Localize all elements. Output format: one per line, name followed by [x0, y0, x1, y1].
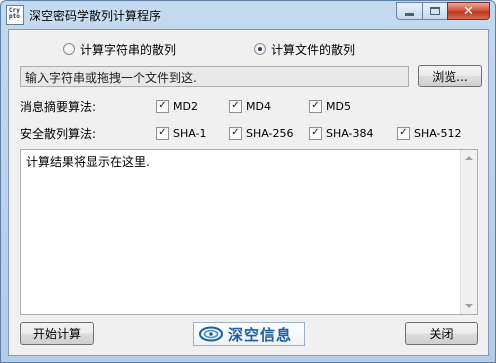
- radio-file-label: 计算文件的散列: [271, 42, 356, 57]
- maximize-button[interactable]: [422, 2, 447, 20]
- app-icon[interactable]: Cry pto: [6, 5, 24, 25]
- check-mark-icon: ✓: [231, 127, 240, 138]
- company-logo: 深空信息: [193, 322, 305, 346]
- scroll-down-icon[interactable]: [465, 304, 473, 308]
- check-mark-icon: ✓: [311, 100, 320, 111]
- checkbox-sha256[interactable]: ✓ SHA-256: [229, 126, 294, 140]
- client-area: 计算字符串的散列 计算文件的散列 输入字符串或拖拽一个文件到这. 浏览... 消…: [8, 29, 489, 356]
- maximize-icon: [430, 7, 440, 15]
- radio-string-indicator[interactable]: [63, 43, 75, 55]
- logo-text: 深空信息: [228, 325, 293, 344]
- radio-string-mode[interactable]: 计算字符串的散列: [63, 41, 176, 57]
- check-mark-icon: ✓: [158, 100, 167, 111]
- start-button[interactable]: 开始计算: [20, 322, 94, 345]
- checkbox-sha1-label: SHA-1: [173, 126, 207, 140]
- checkbox-md5-box[interactable]: ✓: [309, 99, 322, 113]
- check-mark-icon: ✓: [399, 127, 408, 138]
- checkbox-sha384[interactable]: ✓ SHA-384: [309, 126, 374, 140]
- check-mark-icon: ✓: [231, 100, 240, 111]
- window-title: 深空密码学散列计算程序: [29, 9, 162, 23]
- checkbox-md2-label: MD2: [173, 99, 198, 113]
- checkbox-sha384-box[interactable]: ✓: [309, 126, 322, 140]
- vertical-scrollbar[interactable]: [460, 150, 477, 314]
- checkbox-sha256-label: SHA-256: [246, 126, 294, 140]
- input-field[interactable]: 输入字符串或拖拽一个文件到这.: [20, 66, 409, 87]
- digest-row-label: 消息摘要算法:: [20, 100, 97, 114]
- checkbox-sha256-box[interactable]: ✓: [229, 126, 242, 140]
- check-mark-icon: ✓: [311, 127, 320, 138]
- close-window-button[interactable]: ✕: [447, 2, 490, 20]
- checkbox-sha512-label: SHA-512: [414, 126, 462, 140]
- scroll-up-icon[interactable]: [465, 156, 473, 160]
- checkbox-sha512-box[interactable]: ✓: [397, 126, 410, 140]
- app-window: Cry pto 深空密码学散列计算程序 ✕ 计算字符串的散列 计算文件的散列 输…: [0, 0, 496, 363]
- minimize-button[interactable]: [396, 2, 422, 20]
- checkbox-md2-box[interactable]: ✓: [156, 99, 169, 113]
- close-icon: ✕: [463, 3, 474, 19]
- radio-file-mode[interactable]: 计算文件的散列: [254, 41, 355, 57]
- checkbox-sha384-label: SHA-384: [326, 126, 374, 140]
- checkbox-md5[interactable]: ✓ MD5: [309, 99, 351, 113]
- checkbox-sha1-box[interactable]: ✓: [156, 126, 169, 140]
- caption-buttons: ✕: [396, 2, 490, 20]
- close-button[interactable]: 关闭: [405, 322, 478, 345]
- minimize-icon: [405, 12, 414, 16]
- radio-file-indicator[interactable]: [254, 43, 266, 55]
- browse-button[interactable]: 浏览...: [418, 65, 482, 87]
- title-bar[interactable]: Cry pto 深空密码学散列计算程序 ✕: [1, 1, 495, 29]
- result-textarea[interactable]: 计算结果将显示在这里.: [20, 149, 478, 315]
- sha-row-label: 安全散列算法:: [20, 127, 97, 141]
- checkbox-sha512[interactable]: ✓ SHA-512: [397, 126, 462, 140]
- radio-string-label: 计算字符串的散列: [80, 42, 177, 57]
- swirl-logo-icon: [199, 326, 223, 342]
- checkbox-md4-box[interactable]: ✓: [229, 99, 242, 113]
- checkbox-md4[interactable]: ✓ MD4: [229, 99, 271, 113]
- checkbox-sha1[interactable]: ✓ SHA-1: [156, 126, 207, 140]
- checkbox-md2[interactable]: ✓ MD2: [156, 99, 198, 113]
- checkbox-md4-label: MD4: [246, 99, 271, 113]
- checkbox-md5-label: MD5: [326, 99, 351, 113]
- result-text: 计算结果将显示在这里.: [26, 155, 150, 169]
- check-mark-icon: ✓: [158, 127, 167, 138]
